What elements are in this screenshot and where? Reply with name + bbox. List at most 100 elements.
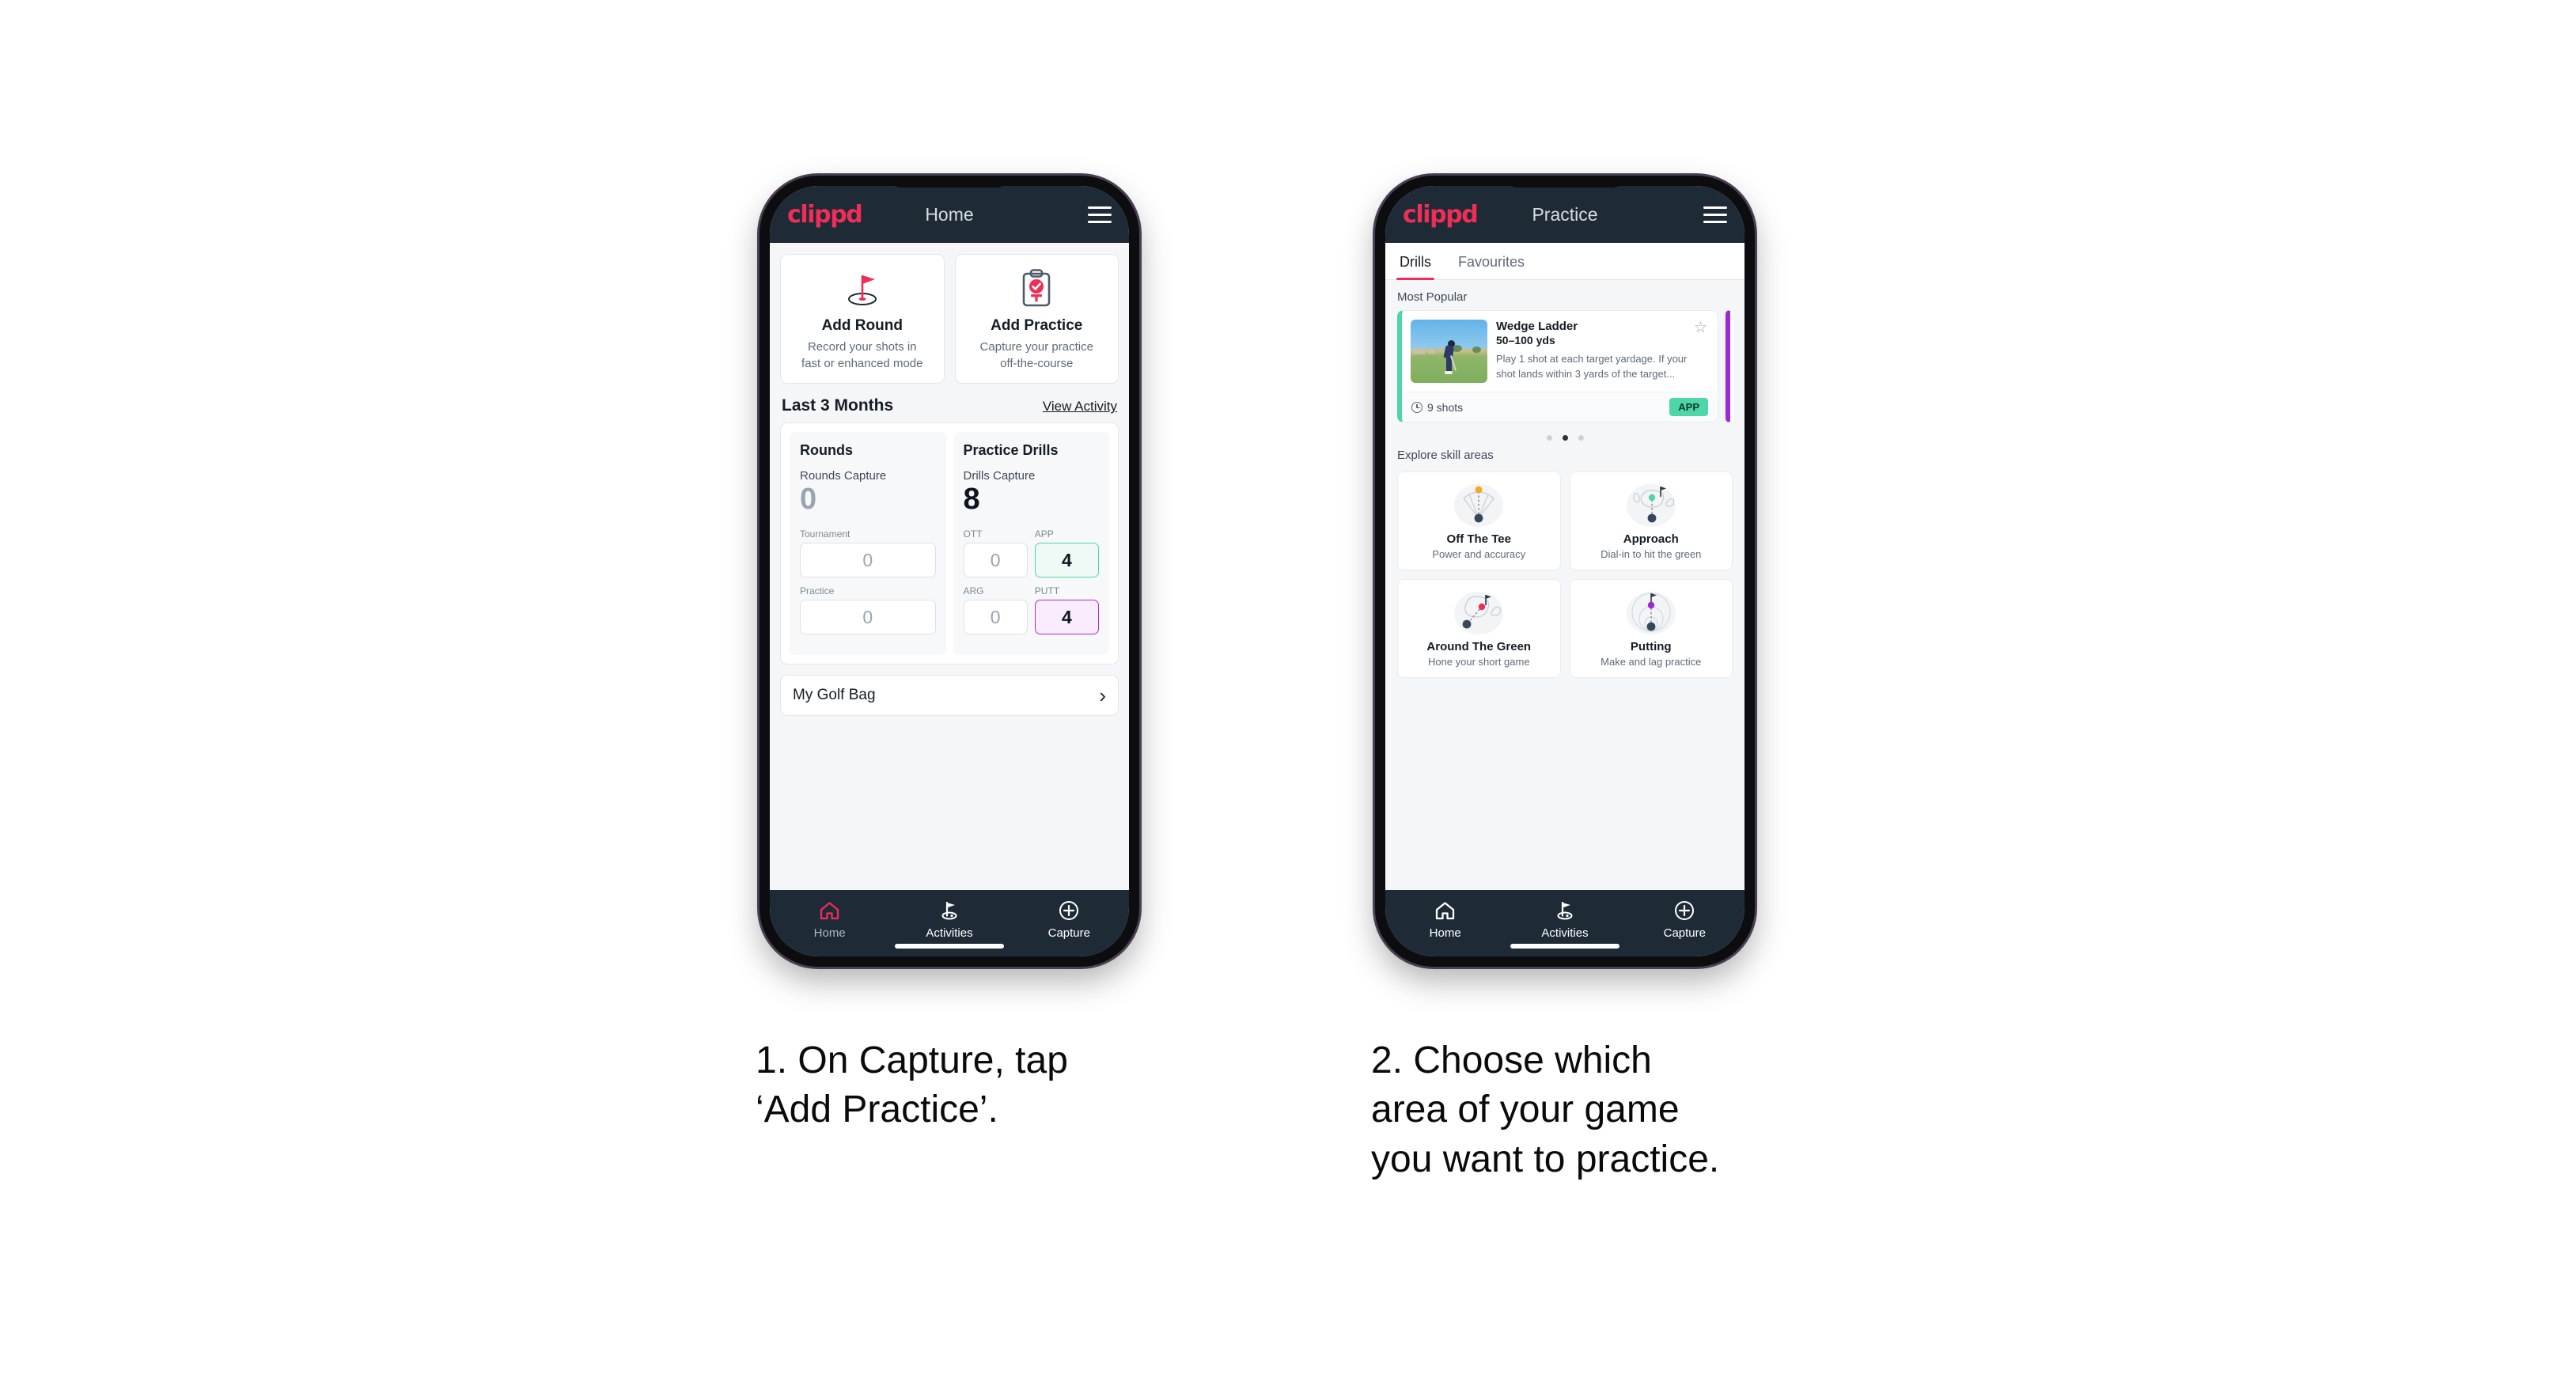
around-the-green-icon [1403, 588, 1555, 637]
caption-step-1: 1. On Capture, tap ‘Add Practice’. [756, 1040, 1068, 1131]
skill-title: Putting [1630, 640, 1672, 653]
nav-label-activities: Activities [926, 926, 973, 940]
golf-flag-icon [889, 899, 1009, 922]
golf-flag-icon [1505, 899, 1624, 922]
tab-favourites[interactable]: Favourites [1455, 243, 1528, 279]
skill-areas-grid: Off The Tee Power and accuracy Approach … [1385, 468, 1744, 678]
drill-card[interactable]: Wedge Ladder 50–100 yds Play 1 shot at e… [1397, 310, 1718, 422]
skill-card-approach[interactable]: Approach Dial-in to hit the green [1569, 471, 1733, 570]
clock-icon [1411, 401, 1422, 413]
phone-notch [1506, 176, 1624, 187]
nav-label-capture: Capture [1047, 926, 1090, 940]
clipboard-check-tee-icon [962, 267, 1112, 310]
nav-label-capture: Capture [1663, 926, 1706, 940]
view-activity-link[interactable]: View Activity [1043, 399, 1117, 415]
drills-capture-label: Drills Capture [963, 469, 1036, 483]
phone-notch [890, 176, 1009, 187]
carousel-dot-active[interactable] [1562, 435, 1568, 441]
stats-card: Rounds Rounds Capture 0 Tournament 0 Pra… [780, 422, 1119, 665]
rounds-capture-label: Rounds Capture [800, 469, 887, 483]
app-label: APP [1034, 528, 1054, 540]
phone2-content: Most Popular Wedge Ladder 50–100 yds Pla… [1385, 280, 1744, 890]
drill-description: Play 1 shot at each target yardage. If y… [1496, 353, 1688, 380]
golf-flag-hole-icon [787, 267, 938, 310]
tournament-value[interactable]: 0 [800, 543, 936, 578]
skill-sub: Hone your short game [1427, 656, 1530, 668]
skill-card-off-the-tee[interactable]: Off The Tee Power and accuracy [1397, 471, 1561, 570]
putt-value[interactable]: 4 [1034, 600, 1099, 635]
bottom-nav: Home Activities Capture [1385, 890, 1744, 956]
rounds-panel: Rounds Rounds Capture 0 Tournament 0 Pra… [790, 432, 946, 656]
hamburger-icon[interactable] [1703, 206, 1727, 223]
add-practice-desc: Capture your practice off-the-course [979, 340, 1093, 370]
drill-carousel[interactable]: Wedge Ladder 50–100 yds Play 1 shot at e… [1385, 310, 1744, 422]
explore-skill-areas-label: Explore skill areas [1397, 449, 1494, 462]
star-outline-icon[interactable]: ☆ [1694, 320, 1707, 335]
app-value[interactable]: 4 [1034, 543, 1099, 578]
plus-circle-icon [1010, 899, 1129, 922]
tab-drills[interactable]: Drills [1396, 243, 1434, 280]
carousel-dots[interactable] [1385, 422, 1744, 449]
ott-value[interactable]: 0 [963, 543, 1028, 578]
nav-label-home: Home [1429, 926, 1461, 940]
practice-value[interactable]: 0 [800, 600, 936, 635]
add-round-desc: Record your shots in fast or enhanced mo… [801, 340, 923, 370]
putting-rings-icon [1575, 588, 1728, 637]
drill-shots: 9 shots [1411, 401, 1463, 414]
drill-card-next-peek[interactable] [1726, 310, 1733, 422]
nav-item-activities[interactable]: Activities [1505, 899, 1624, 940]
nav-item-activities[interactable]: Activities [889, 899, 1009, 940]
app-bar: clippd Home [770, 186, 1129, 243]
nav-label-home: Home [813, 926, 846, 940]
skill-title: Around The Green [1426, 640, 1532, 653]
skill-card-putting[interactable]: Putting Make and lag practice [1569, 579, 1733, 678]
home-icon [770, 899, 889, 922]
rounds-title: Rounds [800, 442, 853, 459]
phone2-screen: clippd Practice Drills Favourites Most P… [1385, 186, 1744, 956]
my-golf-bag-row[interactable]: My Golf Bag › [780, 675, 1119, 717]
my-golf-bag-label: My Golf Bag [793, 687, 876, 704]
phone1-screen: clippd Home Add Round Record your shots … [770, 186, 1129, 956]
nav-label-activities: Activities [1541, 926, 1589, 940]
hamburger-icon[interactable] [1088, 206, 1112, 223]
nav-item-capture[interactable]: Capture [1625, 899, 1744, 940]
skill-sub: Dial-in to hit the green [1601, 548, 1702, 560]
home-indicator [895, 944, 1004, 949]
home-indicator [1510, 944, 1619, 949]
phone1-content: Add Round Record your shots in fast or e… [770, 243, 1129, 890]
add-round-title: Add Round [821, 317, 903, 334]
carousel-dot[interactable] [1546, 435, 1552, 441]
practice-label: Practice [800, 585, 835, 597]
bottom-nav: Home Activities Capture [770, 890, 1129, 956]
most-popular-label: Most Popular [1397, 290, 1468, 304]
drill-meta: Wedge Ladder 50–100 yds Play 1 shot at e… [1496, 320, 1709, 383]
rounds-capture-value: 0 [800, 483, 817, 517]
add-practice-title: Add Practice [991, 317, 1083, 334]
tournament-label: Tournament [800, 528, 850, 540]
ott-label: OTT [963, 528, 983, 540]
nav-item-home[interactable]: Home [1385, 899, 1505, 940]
arg-value[interactable]: 0 [963, 600, 1028, 635]
drill-footer: 9 shots APP [1402, 392, 1718, 422]
add-practice-card[interactable]: Add Practice Capture your practice off-t… [954, 254, 1119, 384]
home-icon [1385, 899, 1505, 922]
chevron-right-icon: › [1099, 684, 1106, 708]
practice-drills-panel: Practice Drills Drills Capture 8 OTT 0 A… [953, 432, 1109, 656]
skill-card-around-the-green[interactable]: Around The Green Hone your short game [1397, 579, 1561, 678]
caption-step-2: 2. Choose which area of your game you wa… [1371, 1040, 1720, 1180]
clippd-logo: clippd [787, 200, 863, 229]
nav-item-capture[interactable]: Capture [1010, 899, 1129, 940]
golfer-figure [1443, 339, 1457, 374]
phone-mockup-practice: clippd Practice Drills Favourites Most P… [1375, 176, 1755, 967]
section-title: Last 3 Months [782, 396, 894, 415]
drill-tag-badge: APP [1669, 398, 1708, 416]
tab-bar: Drills Favourites [1385, 243, 1744, 280]
drills-capture-value: 8 [963, 483, 980, 517]
skill-sub: Make and lag practice [1601, 656, 1702, 668]
section-header: Last 3 Months View Activity [770, 384, 1129, 422]
drill-card-body: Wedge Ladder 50–100 yds Play 1 shot at e… [1402, 311, 1718, 392]
nav-item-home[interactable]: Home [770, 899, 889, 940]
add-round-card[interactable]: Add Round Record your shots in fast or e… [780, 254, 945, 384]
carousel-dot[interactable] [1578, 435, 1584, 441]
putt-label: PUTT [1034, 585, 1060, 597]
